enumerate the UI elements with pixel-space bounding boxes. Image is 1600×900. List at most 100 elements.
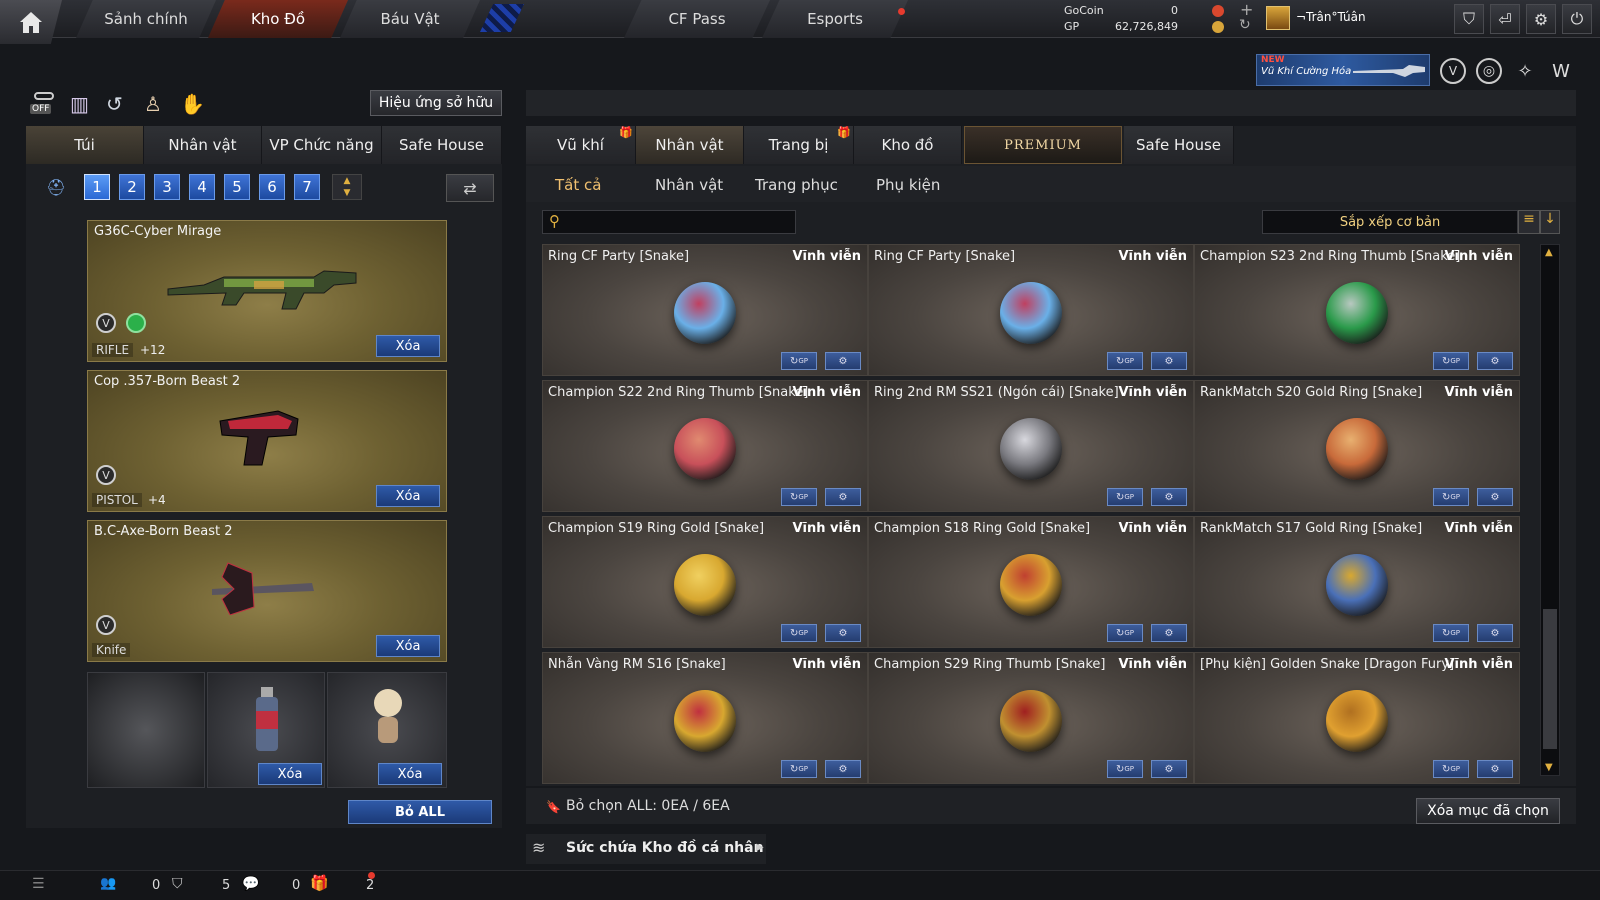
inventory-item-card[interactable]: RankMatch S20 Gold Ring [Snake] Vĩnh viễn… bbox=[1194, 380, 1520, 512]
convert-gp-button[interactable]: ↻ GP bbox=[781, 488, 817, 506]
transfer-button[interactable]: ⇄ bbox=[446, 174, 494, 202]
item-settings-button[interactable]: ⚙ bbox=[1477, 760, 1513, 778]
tab-storage[interactable]: Kho đồ bbox=[854, 126, 962, 164]
sort-direction-icon[interactable]: ↓ bbox=[1540, 210, 1560, 234]
scroll-up-icon[interactable]: ▲ bbox=[1545, 247, 1553, 258]
convert-gp-button[interactable]: ↻ GP bbox=[781, 624, 817, 642]
menu-icon[interactable]: ☰ bbox=[32, 876, 45, 892]
weapon-slot-rifle[interactable]: G36C-Cyber Mirage V RIFLE +12 Xóa bbox=[87, 220, 447, 362]
nav-tab-inventory[interactable]: Kho Đồ bbox=[208, 0, 348, 38]
convert-gp-button[interactable]: ↻ GP bbox=[1433, 488, 1469, 506]
remove-button[interactable]: Xóa bbox=[376, 635, 440, 657]
scroll-down-icon[interactable]: ▼ bbox=[1545, 762, 1553, 773]
tab-safe-house[interactable]: Safe House bbox=[382, 126, 502, 164]
owned-effects-button[interactable]: Hiệu ứng sở hữu bbox=[370, 90, 502, 116]
tab-functional-items[interactable]: VP Chức năng bbox=[262, 126, 382, 164]
chat-icon[interactable]: 💬 bbox=[242, 876, 259, 892]
refresh-icon[interactable]: ↻ bbox=[1239, 17, 1251, 33]
inventory-item-card[interactable]: Champion S29 Ring Thumb [Snake] Vĩnh viễn… bbox=[868, 652, 1194, 784]
item-settings-button[interactable]: ⚙ bbox=[1151, 624, 1187, 642]
remove-button[interactable]: Xóa bbox=[258, 763, 322, 785]
subtab-character[interactable]: Nhân vật bbox=[655, 176, 723, 194]
shield-icon[interactable]: ⛉ bbox=[1454, 4, 1484, 34]
convert-gp-button[interactable]: ↻ GP bbox=[1107, 352, 1143, 370]
slot-4-button[interactable]: 4 bbox=[189, 174, 215, 200]
doll-slot[interactable]: Xóa bbox=[327, 672, 447, 788]
tab-characters[interactable]: Nhân vật bbox=[636, 126, 744, 164]
empty-slot[interactable] bbox=[87, 672, 205, 788]
item-settings-button[interactable]: ⚙ bbox=[825, 488, 861, 506]
convert-gp-button[interactable]: ↻ GP bbox=[1107, 624, 1143, 642]
friends-icon[interactable]: 👥 bbox=[100, 876, 116, 891]
promo-banner[interactable]: NEW Vũ Khí Cường Hóa bbox=[1256, 54, 1430, 86]
inventory-item-card[interactable]: Ring 2nd RM SS21 (Ngón cái) [Snake] Vĩnh … bbox=[868, 380, 1194, 512]
convert-gp-button[interactable]: ↻ GP bbox=[1107, 760, 1143, 778]
item-settings-button[interactable]: ⚙ bbox=[1151, 760, 1187, 778]
inventory-item-card[interactable]: Ring CF Party [Snake] Vĩnh viễn ↻ GP ⚙ bbox=[868, 244, 1194, 376]
nav-tab-cf-pass[interactable]: CF Pass bbox=[624, 0, 770, 38]
slot-6-button[interactable]: 6 bbox=[259, 174, 285, 200]
exit-room-icon[interactable]: ⏎ bbox=[1490, 4, 1520, 34]
convert-gp-button[interactable]: ↻ GP bbox=[1433, 624, 1469, 642]
remove-button[interactable]: Xóa bbox=[376, 485, 440, 507]
item-settings-button[interactable]: ⚙ bbox=[825, 352, 861, 370]
deselect-info[interactable]: Bỏ chọn ALL: 0EA / 6EA bbox=[566, 798, 730, 814]
character-icon[interactable]: ♙ bbox=[144, 92, 162, 116]
inventory-item-card[interactable]: Champion S18 Ring Gold [Snake] Vĩnh viễn ↻… bbox=[868, 516, 1194, 648]
subtab-accessory[interactable]: Phụ kiện bbox=[876, 176, 940, 194]
capacity-bar[interactable]: ≋ Sức chứa Kho đồ cá nhân ▶ bbox=[526, 834, 766, 864]
item-settings-button[interactable]: ⚙ bbox=[1477, 488, 1513, 506]
list-view-icon[interactable]: ≡ bbox=[1518, 210, 1540, 234]
power-icon[interactable]: ⏻ bbox=[1562, 4, 1592, 34]
slot-5-button[interactable]: 5 bbox=[224, 174, 250, 200]
globe-icon[interactable]: ◎ bbox=[1476, 58, 1502, 84]
convert-gp-button[interactable]: ↻ GP bbox=[781, 352, 817, 370]
scroll-thumb[interactable] bbox=[1543, 609, 1557, 749]
inventory-item-card[interactable]: Champion S23 2nd Ring Thumb [Snake] Vĩnh … bbox=[1194, 244, 1520, 376]
nav-tab-lobby[interactable]: Sảnh chính bbox=[76, 0, 216, 38]
tab-equipment[interactable]: Trang bị 🎁 bbox=[744, 126, 854, 164]
weapon-slot-pistol[interactable]: Cop .357-Born Beast 2 V PISTOL +4 Xóa bbox=[87, 370, 447, 512]
glove-icon[interactable]: ✋ bbox=[180, 92, 205, 116]
subtab-costume[interactable]: Trang phục bbox=[755, 176, 838, 194]
tab-weapons[interactable]: Vũ khí 🎁 bbox=[526, 126, 636, 164]
convert-gp-button[interactable]: ↻ GP bbox=[781, 760, 817, 778]
slot-1-button[interactable]: 1 bbox=[84, 174, 110, 200]
item-settings-button[interactable]: ⚙ bbox=[1477, 624, 1513, 642]
item-settings-button[interactable]: ⚙ bbox=[825, 760, 861, 778]
item-settings-button[interactable]: ⚙ bbox=[825, 624, 861, 642]
vip-badge-icon[interactable]: V bbox=[1440, 58, 1466, 84]
remove-all-button[interactable]: Bỏ ALL bbox=[348, 800, 492, 824]
search-box[interactable]: ⚲ bbox=[542, 210, 796, 234]
nav-tab-treasure[interactable]: Báu Vật bbox=[340, 0, 480, 38]
avatar[interactable] bbox=[1266, 6, 1290, 30]
slot-3-button[interactable]: 3 bbox=[154, 174, 180, 200]
inventory-item-card[interactable]: RankMatch S17 Gold Ring [Snake] Vĩnh viễn… bbox=[1194, 516, 1520, 648]
item-settings-button[interactable]: ⚙ bbox=[1151, 352, 1187, 370]
delete-selected-button[interactable]: Xóa mục đã chọn bbox=[1416, 798, 1560, 824]
toggle-off-button[interactable]: OFF bbox=[30, 92, 58, 116]
search-input[interactable] bbox=[569, 213, 789, 231]
tab-character[interactable]: Nhân vật bbox=[144, 126, 262, 164]
nav-tab-esports[interactable]: Esports bbox=[762, 0, 908, 38]
inventory-item-card[interactable]: Champion S22 2nd Ring Thumb [Snake] Vĩnh … bbox=[542, 380, 868, 512]
subtab-all[interactable]: Tất cả bbox=[555, 176, 601, 194]
w-logo-icon[interactable]: W bbox=[1548, 58, 1574, 84]
convert-gp-button[interactable]: ↻ GP bbox=[1433, 352, 1469, 370]
slot-2-button[interactable]: 2 bbox=[119, 174, 145, 200]
convert-gp-button[interactable]: ↻ GP bbox=[1107, 488, 1143, 506]
inventory-item-card[interactable]: Champion S19 Ring Gold [Snake] Vĩnh viễn ↻… bbox=[542, 516, 868, 648]
item-settings-button[interactable]: ⚙ bbox=[1477, 352, 1513, 370]
gift-box-icon[interactable]: 🎁 bbox=[310, 874, 329, 892]
slot-7-button[interactable]: 7 bbox=[294, 174, 320, 200]
settings-icon[interactable]: ⚙ bbox=[1526, 4, 1556, 34]
history-icon[interactable]: ↺ bbox=[106, 92, 123, 116]
weapon-slot-knife[interactable]: B.C-Axe-Born Beast 2 V Knife Xóa bbox=[87, 520, 447, 662]
inventory-item-card[interactable]: [Phụ kiện] Golden Snake [Dragon Fury] Vĩn… bbox=[1194, 652, 1520, 784]
tab-premium[interactable]: PREMIUM bbox=[964, 126, 1122, 164]
inventory-item-card[interactable]: Nhẫn Vàng RM S16 [Snake] Vĩnh viễn ↻ GP ⚙ bbox=[542, 652, 868, 784]
inventory-item-card[interactable]: Ring CF Party [Snake] Vĩnh viễn ↻ GP ⚙ bbox=[542, 244, 868, 376]
emblem-icon[interactable]: ✧ bbox=[1512, 58, 1538, 84]
item-settings-button[interactable]: ⚙ bbox=[1151, 488, 1187, 506]
ranking-icon[interactable]: ▥ bbox=[70, 92, 89, 116]
